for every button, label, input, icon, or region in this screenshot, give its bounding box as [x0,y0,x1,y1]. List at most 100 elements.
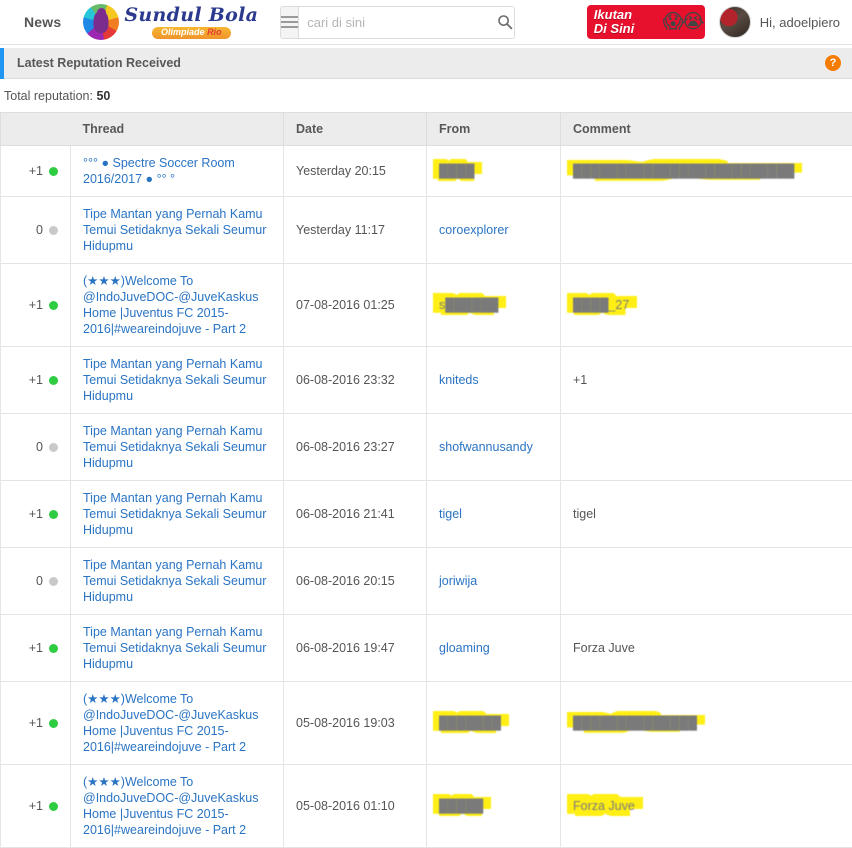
promo-line-2: Di Sini [594,21,634,36]
reputation-score-value: 0 [36,440,43,454]
reputation-score-cell: +1 [1,146,71,197]
positive-dot-icon [49,644,58,653]
from-cell: tigel [427,481,561,548]
hamburger-menu-icon[interactable] [281,7,299,38]
column-header-spacer [1,113,71,146]
reputation-score-cell: 0 [1,548,71,615]
reputation-score-cell: +1 [1,765,71,848]
user-menu[interactable]: Hi, adoelpiero [719,6,840,38]
date-cell: 06-08-2016 23:27 [284,414,427,481]
thread-link[interactable]: Tipe Mantan yang Pernah Kamu Temui Setid… [83,491,266,537]
thread-cell: °°° ● Spectre Soccer Room 2016/2017 ● °°… [71,146,284,197]
comment-cell: █████████████████████████ [561,146,852,197]
panel-header: Latest Reputation Received ? [0,48,852,79]
reputation-score-value: 0 [36,223,43,237]
thread-link[interactable]: Tipe Mantan yang Pernah Kamu Temui Setid… [83,207,266,253]
from-user-link[interactable]: shofwannusandy [439,440,533,454]
site-logo[interactable]: Sundul Bola Olimpiade Rio [79,4,258,40]
comment-cell: ██████████████ [561,682,852,765]
redacted-username: s██████ [439,297,498,313]
neutral-dot-icon [49,577,58,586]
comment-cell [561,197,852,264]
promo-banner-ikutan-di-sini[interactable]: IkutanDi Sini 😱😭 [587,5,705,39]
header-right-group: IkutanDi Sini 😱😭 Hi, adoelpiero [587,5,840,39]
reputation-score-value: 0 [36,574,43,588]
total-reputation-value: 50 [96,89,110,103]
reputation-score-cell: +1 [1,615,71,682]
from-cell: █████ [427,765,561,848]
comment-cell [561,414,852,481]
comment-cell: Forza Juve [561,615,852,682]
thread-link[interactable]: Tipe Mantan yang Pernah Kamu Temui Setid… [83,424,266,470]
reputation-score-cell: +1 [1,481,71,548]
comment-cell: Forza Juve [561,765,852,848]
date-cell: Yesterday 11:17 [284,197,427,264]
thread-cell: Tipe Mantan yang Pernah Kamu Temui Setid… [71,197,284,264]
positive-dot-icon [49,510,58,519]
redacted-comment: ██████████████ [573,715,697,731]
from-user-link[interactable]: joriwija [439,574,477,588]
from-cell: joriwija [427,548,561,615]
reputation-score-value: +1 [29,164,43,178]
thread-link[interactable]: (★★★)Welcome To @IndoJuveDOC-@JuveKaskus… [83,775,258,837]
promo-emoji-icon: 😱😭 [663,6,703,38]
promo-banner-text: IkutanDi Sini [594,8,634,36]
reputation-score-cell: 0 [1,197,71,264]
table-row: +1 Tipe Mantan yang Pernah Kamu Temui Set… [1,347,852,414]
thread-cell: (★★★)Welcome To @IndoJuveDOC-@JuveKaskus… [71,765,284,848]
reputation-table: Thread Date From Comment +1 °°° ● Spectre… [0,112,852,848]
column-header-comment[interactable]: Comment [561,113,852,146]
positive-dot-icon [49,376,58,385]
from-user-link[interactable]: gloaming [439,641,490,655]
comment-text: Forza Juve [573,641,635,655]
logo-badge-first: Olimpiade [161,27,205,37]
from-user-link[interactable]: coroexplorer [439,223,508,237]
date-cell: 05-08-2016 19:03 [284,682,427,765]
user-greeting: Hi, adoelpiero [760,15,840,30]
redacted-comment: Forza Juve [573,798,635,814]
from-user-link[interactable]: tigel [439,507,462,521]
reputation-score-value: +1 [29,507,43,521]
neutral-dot-icon [49,443,58,452]
from-cell: gloaming [427,615,561,682]
date-cell: 07-08-2016 01:25 [284,264,427,347]
column-header-date[interactable]: Date [284,113,427,146]
table-header-row: Thread Date From Comment [1,113,852,146]
thread-link[interactable]: (★★★)Welcome To @IndoJuveDOC-@JuveKaskus… [83,692,258,754]
total-reputation-label: Total reputation: [4,89,93,103]
positive-dot-icon [49,167,58,176]
date-cell: 06-08-2016 23:32 [284,347,427,414]
thread-link[interactable]: Tipe Mantan yang Pernah Kamu Temui Setid… [83,558,266,604]
promo-line-1: Ikutan [594,7,632,22]
positive-dot-icon [49,802,58,811]
reputation-score-cell: +1 [1,264,71,347]
redacted-comment: █████████████████████████ [573,163,794,179]
from-cell: shofwannusandy [427,414,561,481]
thread-link[interactable]: Tipe Mantan yang Pernah Kamu Temui Setid… [83,625,266,671]
from-user-link[interactable]: kniteds [439,373,479,387]
column-header-from[interactable]: From [427,113,561,146]
nav-news-link[interactable]: News [0,14,79,30]
thread-cell: (★★★)Welcome To @IndoJuveDOC-@JuveKaskus… [71,264,284,347]
table-row: +1 °°° ● Spectre Soccer Room 2016/2017 ● … [1,146,852,197]
redacted-username: ████ [439,163,474,179]
reputation-score-cell: +1 [1,347,71,414]
redacted-username: █████ [439,798,483,814]
search-icon[interactable] [491,7,515,38]
column-header-thread[interactable]: Thread [71,113,284,146]
help-icon[interactable]: ? [825,55,841,71]
avatar [719,6,751,38]
from-cell: ████ [427,146,561,197]
thread-cell: (★★★)Welcome To @IndoJuveDOC-@JuveKaskus… [71,682,284,765]
date-cell: 06-08-2016 20:15 [284,548,427,615]
table-row: +1(★★★)Welcome To @IndoJuveDOC-@JuveKask… [1,765,852,848]
table-row: 0 Tipe Mantan yang Pernah Kamu Temui Seti… [1,197,852,264]
comment-text: tigel [573,507,596,521]
table-row: +1 Tipe Mantan yang Pernah Kamu Temui Set… [1,481,852,548]
thread-link[interactable]: Tipe Mantan yang Pernah Kamu Temui Setid… [83,357,266,403]
search-input[interactable] [299,7,491,38]
thread-cell: Tipe Mantan yang Pernah Kamu Temui Setid… [71,347,284,414]
thread-link[interactable]: (★★★)Welcome To @IndoJuveDOC-@JuveKaskus… [83,274,258,336]
thread-link[interactable]: °°° ● Spectre Soccer Room 2016/2017 ● °°… [83,156,235,186]
comment-cell: ████_27 [561,264,852,347]
